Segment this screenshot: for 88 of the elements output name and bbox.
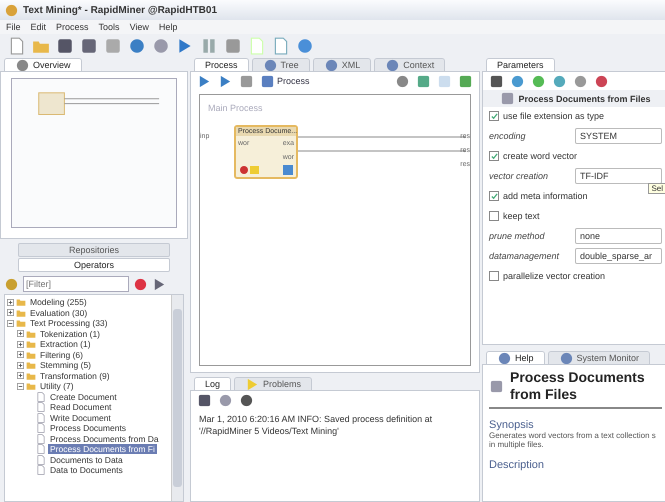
- parameter-label: encoding: [489, 131, 527, 141]
- tree-item[interactable]: Extraction (1): [38, 339, 93, 350]
- tree-item[interactable]: Process Documents from Fi: [48, 444, 157, 454]
- panel-tab[interactable]: Parameters: [486, 58, 555, 71]
- menu-item[interactable]: Tools: [98, 22, 120, 32]
- document-icon[interactable]: [36, 412, 46, 423]
- overview-map[interactable]: [11, 78, 177, 228]
- tooltip: Sel: [648, 183, 665, 194]
- expand-icon[interactable]: [17, 340, 24, 348]
- arrow-icon[interactable]: [152, 276, 167, 292]
- document-icon[interactable]: [36, 444, 46, 454]
- canvas-title: Main Process: [208, 103, 263, 113]
- checkbox-label: keep text: [503, 211, 540, 221]
- panel-tab[interactable]: Overview: [4, 58, 82, 71]
- document-icon[interactable]: [36, 434, 46, 444]
- tree-item[interactable]: Transformation (9): [38, 370, 112, 381]
- expand-icon[interactable]: [17, 372, 24, 380]
- help-title: Process Documents from Files: [510, 369, 646, 403]
- checkbox[interactable]: [489, 211, 499, 221]
- scrollbar[interactable]: [171, 295, 183, 501]
- dropdown[interactable]: TF-IDF: [575, 168, 662, 184]
- section-heading: Synopsis: [489, 419, 535, 431]
- window-title: Text Mining* - RapidMiner @RapidHTB01: [23, 4, 218, 16]
- stop-icon[interactable]: [224, 37, 242, 55]
- forward-icon[interactable]: [218, 74, 233, 88]
- tree-item[interactable]: Create Document: [48, 392, 119, 402]
- expand-icon[interactable]: [17, 330, 24, 338]
- tree-item[interactable]: Utility (7): [38, 381, 76, 392]
- collapse-icon[interactable]: [7, 320, 14, 327]
- tree-item[interactable]: Stemming (5): [38, 360, 94, 370]
- expand-icon[interactable]: [17, 351, 24, 358]
- log-message: Mar 1, 2010 6:20:16 AM INFO: Saved process definition at '//RapidMiner 5 Videos/Text Mining': [198, 413, 434, 438]
- checkbox-label: use file extension as type: [503, 111, 604, 121]
- tree-item[interactable]: Process Documents from Da: [48, 434, 161, 444]
- menu-item[interactable]: Help: [158, 22, 178, 32]
- menu-item[interactable]: View: [130, 22, 149, 32]
- expand-icon[interactable]: [7, 309, 14, 316]
- tree-item[interactable]: Evaluation (30): [28, 308, 90, 318]
- checkbox[interactable]: [489, 271, 499, 281]
- panel-tab[interactable]: Process: [194, 58, 249, 71]
- parameter-label: prune method: [489, 231, 546, 241]
- tree-item[interactable]: Text Processing (33): [28, 318, 110, 328]
- checkbox[interactable]: [489, 191, 499, 201]
- tree-item[interactable]: Filtering (6): [38, 350, 85, 360]
- checkbox-label: parallelize vector creation: [503, 271, 606, 281]
- operator-title: Process Documents from Files: [518, 94, 651, 104]
- menu-item[interactable]: File: [6, 22, 21, 32]
- section-text: Generates word vectors from a text collection s in multiple files.: [489, 431, 657, 449]
- panel-tab[interactable]: Repositories: [18, 243, 170, 257]
- checkbox-label: create word vector: [503, 151, 578, 161]
- expand-icon[interactable]: [17, 362, 24, 369]
- dropdown[interactable]: none: [575, 228, 662, 244]
- tree-item[interactable]: Write Document: [48, 412, 113, 423]
- document-icon[interactable]: [36, 423, 46, 434]
- panel-tab[interactable]: Help: [486, 351, 545, 364]
- panel-tab[interactable]: Operators: [18, 258, 170, 272]
- status-icons: [239, 165, 293, 175]
- new-icon[interactable]: [8, 37, 26, 55]
- panel-tab[interactable]: Problems: [234, 377, 312, 390]
- document-icon[interactable]: [36, 392, 46, 402]
- document-icon[interactable]: [36, 465, 46, 476]
- checkbox[interactable]: [489, 151, 499, 161]
- menu-item[interactable]: Edit: [30, 22, 46, 32]
- dropdown[interactable]: SYSTEM: [575, 128, 662, 144]
- panel-tab[interactable]: Log: [194, 377, 232, 390]
- checkbox[interactable]: [489, 111, 499, 121]
- panel-tab[interactable]: XML: [312, 58, 372, 71]
- tree-item[interactable]: Tokenization (1): [38, 328, 102, 339]
- checkbox-label: add meta information: [503, 191, 588, 201]
- dropdown[interactable]: double_sparse_ar: [575, 248, 662, 264]
- collapse-icon[interactable]: [17, 382, 24, 390]
- tree-item[interactable]: Process Documents: [48, 423, 128, 434]
- document-icon[interactable]: [36, 454, 46, 465]
- filter-field[interactable]: [Filter]: [23, 276, 129, 292]
- parameter-label: vector creation: [489, 171, 550, 181]
- tree-item[interactable]: Data to Documents: [48, 465, 125, 476]
- tree-item[interactable]: Read Document: [48, 402, 114, 412]
- breadcrumb[interactable]: Process: [260, 74, 310, 88]
- tree-item[interactable]: Documents to Data: [48, 454, 125, 465]
- parameter-label: datamanagement: [489, 251, 560, 261]
- tree-item[interactable]: Modeling (255): [28, 297, 89, 308]
- panel-tab[interactable]: Context: [374, 58, 446, 71]
- panel-tab[interactable]: System Monitor: [548, 351, 650, 364]
- document-icon[interactable]: [36, 402, 46, 412]
- expand-icon[interactable]: [7, 298, 14, 306]
- menu-item[interactable]: Process: [56, 22, 89, 32]
- panel-tab[interactable]: Tree: [252, 58, 310, 71]
- section-heading: Description: [489, 459, 546, 471]
